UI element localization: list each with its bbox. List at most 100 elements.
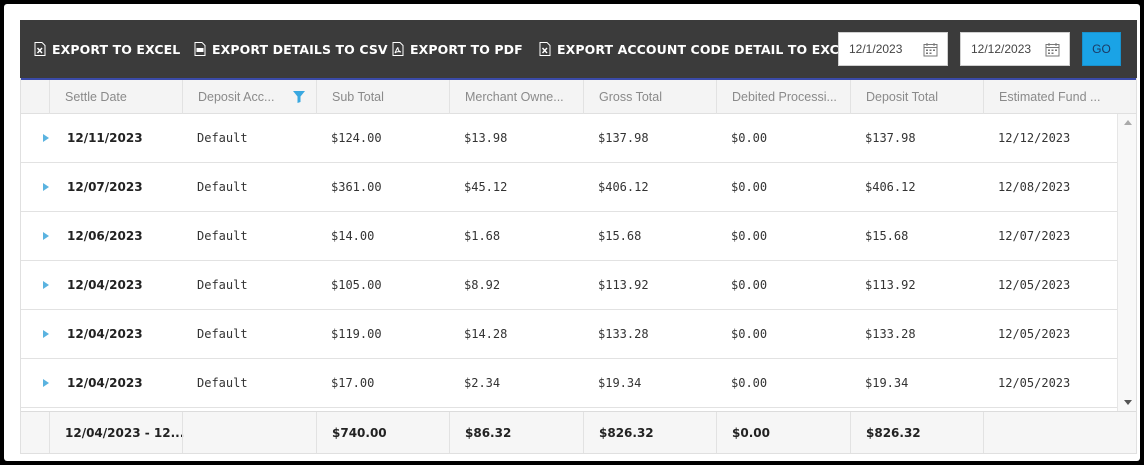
footer-total-debited-processing: $0.00 xyxy=(716,412,850,453)
export-details-to-csv-button[interactable]: EXPORT DETAILS TO CSV xyxy=(194,20,388,78)
expand-row-icon[interactable] xyxy=(43,134,49,142)
filter-icon[interactable] xyxy=(292,90,306,104)
table-row[interactable]: 12/11/2023 Default $124.00 $13.98 $137.98 $0.… xyxy=(21,114,1117,163)
cell-estimated-fund-date: 12/07/2023 xyxy=(998,229,1071,243)
expand-row-icon[interactable] xyxy=(43,379,49,387)
deposits-grid: Settle Date Deposit Acc... Sub Total Mercha… xyxy=(20,78,1137,454)
csv-file-icon xyxy=(194,42,206,56)
excel-file-icon xyxy=(34,42,46,56)
cell-deposit-account: Default xyxy=(197,180,248,194)
export-to-excel-label: EXPORT TO EXCEL xyxy=(52,41,181,57)
cell-gross-total: $137.98 xyxy=(598,131,649,145)
cell-merchant-owned: $14.28 xyxy=(464,327,508,341)
cell-gross-total: $113.92 xyxy=(598,278,649,292)
cell-deposit-total: $406.12 xyxy=(865,180,916,194)
cell-deposit-total: $19.34 xyxy=(865,376,909,390)
table-row[interactable]: 12/06/2023 Default $14.00 $1.68 $15.68 $0.00 $… xyxy=(21,212,1117,261)
cell-deposit-total: $113.92 xyxy=(865,278,916,292)
export-to-pdf-label: EXPORT TO PDF xyxy=(410,41,523,57)
cell-sub-total: $17.00 xyxy=(331,376,375,390)
export-account-code-detail-label: EXPORT ACCOUNT CODE DETAIL TO EXCEL xyxy=(557,41,856,57)
column-header-settle-date[interactable]: Settle Date xyxy=(49,80,182,114)
column-header-deposit-total[interactable]: Deposit Total xyxy=(850,80,983,114)
cell-settle-date: 12/04/2023 xyxy=(67,376,143,390)
footer-total-settle-date: 12/04/2023 - 12... xyxy=(49,412,184,453)
cell-deposit-account: Default xyxy=(197,376,248,390)
table-row[interactable]: 12/07/2023 Default $361.00 $45.12 $406.12 $0.… xyxy=(21,163,1117,212)
cell-debited-processing: $0.00 xyxy=(731,327,768,341)
cell-estimated-fund-date: 12/05/2023 xyxy=(998,278,1071,292)
cell-estimated-fund-date: 12/05/2023 xyxy=(998,327,1071,341)
cell-sub-total: $119.00 xyxy=(331,327,382,341)
scroll-down-arrow-icon[interactable] xyxy=(1124,400,1132,405)
app-frame: EXPORT TO EXCEL EXPORT DETAILS TO CSV EX… xyxy=(4,4,1140,461)
go-button[interactable]: GO xyxy=(1082,32,1121,66)
cell-deposit-total: $15.68 xyxy=(865,229,909,243)
cell-gross-total: $15.68 xyxy=(598,229,642,243)
cell-estimated-fund-date: 12/05/2023 xyxy=(998,376,1071,390)
cell-settle-date: 12/04/2023 xyxy=(67,327,143,341)
start-date-input[interactable]: 12/1/2023 xyxy=(838,32,948,66)
cell-debited-processing: $0.00 xyxy=(731,278,768,292)
column-header-debited-processing[interactable]: Debited Processi... xyxy=(716,80,850,114)
expand-row-icon[interactable] xyxy=(43,232,49,240)
expand-row-icon[interactable] xyxy=(43,183,49,191)
end-date-value: 12/12/2023 xyxy=(971,42,1032,56)
end-date-input[interactable]: 12/12/2023 xyxy=(960,32,1070,66)
cell-sub-total: $14.00 xyxy=(331,229,375,243)
cell-debited-processing: $0.00 xyxy=(731,229,768,243)
calendar-icon[interactable] xyxy=(1045,42,1060,57)
export-to-pdf-button[interactable]: EXPORT TO PDF xyxy=(392,20,523,78)
cell-estimated-fund-date: 12/08/2023 xyxy=(998,180,1071,194)
cell-settle-date: 12/11/2023 xyxy=(67,131,143,145)
footer-total-sub-total: $740.00 xyxy=(316,412,449,453)
cell-gross-total: $133.28 xyxy=(598,327,649,341)
grid-header: Settle Date Deposit Acc... Sub Total Mercha… xyxy=(21,78,1136,114)
cell-settle-date: 12/06/2023 xyxy=(67,229,143,243)
cell-sub-total: $105.00 xyxy=(331,278,382,292)
table-row[interactable]: 12/04/2023 Default $17.00 $2.34 $19.34 $0.00 $… xyxy=(21,359,1117,408)
cell-gross-total: $19.34 xyxy=(598,376,642,390)
cell-estimated-fund-date: 12/12/2023 xyxy=(998,131,1071,145)
scroll-up-arrow-icon[interactable] xyxy=(1124,120,1132,125)
table-row[interactable]: 12/04/2023 Default $119.00 $14.28 $133.28 $0.… xyxy=(21,310,1117,359)
vertical-scrollbar[interactable] xyxy=(1117,114,1136,411)
export-account-code-detail-button[interactable]: EXPORT ACCOUNT CODE DETAIL TO EXCEL xyxy=(539,20,856,78)
footer-total-estimated-fund-date xyxy=(983,412,1117,453)
footer-total-deposit-total: $826.32 xyxy=(850,412,983,453)
column-header-merchant-owned[interactable]: Merchant Owne... xyxy=(449,80,583,114)
cell-merchant-owned: $45.12 xyxy=(464,180,508,194)
cell-debited-processing: $0.00 xyxy=(731,131,768,145)
export-details-to-csv-label: EXPORT DETAILS TO CSV xyxy=(212,41,388,57)
table-row[interactable]: 12/04/2023 Default $105.00 $8.92 $113.92 $0.0… xyxy=(21,261,1117,310)
cell-sub-total: $361.00 xyxy=(331,180,382,194)
start-date-value: 12/1/2023 xyxy=(849,42,903,56)
excel-file-icon xyxy=(539,42,551,56)
expand-row-icon[interactable] xyxy=(43,281,49,289)
cell-settle-date: 12/07/2023 xyxy=(67,180,143,194)
cell-sub-total: $124.00 xyxy=(331,131,382,145)
calendar-icon[interactable] xyxy=(923,42,938,57)
column-header-sub-total[interactable]: Sub Total xyxy=(316,80,449,114)
cell-merchant-owned: $1.68 xyxy=(464,229,501,243)
cell-merchant-owned: $8.92 xyxy=(464,278,501,292)
cell-gross-total: $406.12 xyxy=(598,180,649,194)
cell-debited-processing: $0.00 xyxy=(731,180,768,194)
cell-debited-processing: $0.00 xyxy=(731,376,768,390)
cell-merchant-owned: $13.98 xyxy=(464,131,508,145)
cell-deposit-account: Default xyxy=(197,327,248,341)
pdf-file-icon xyxy=(392,42,404,56)
footer-total-deposit-account xyxy=(182,412,316,453)
column-header-gross-total[interactable]: Gross Total xyxy=(583,80,716,114)
expand-row-icon[interactable] xyxy=(43,330,49,338)
export-to-excel-button[interactable]: EXPORT TO EXCEL xyxy=(34,20,180,78)
cell-deposit-total: $133.28 xyxy=(865,327,916,341)
grid-footer-totals: 12/04/2023 - 12... $740.00 $86.32 $826.32 $0… xyxy=(21,411,1136,453)
footer-total-merchant-owned: $86.32 xyxy=(449,412,583,453)
footer-total-gross-total: $826.32 xyxy=(583,412,716,453)
cell-deposit-account: Default xyxy=(197,278,248,292)
toolbar: EXPORT TO EXCEL EXPORT DETAILS TO CSV EX… xyxy=(20,20,1137,78)
column-header-estimated-fund-date[interactable]: Estimated Fund ... xyxy=(983,80,1117,114)
cell-merchant-owned: $2.34 xyxy=(464,376,501,390)
cell-deposit-total: $137.98 xyxy=(865,131,916,145)
